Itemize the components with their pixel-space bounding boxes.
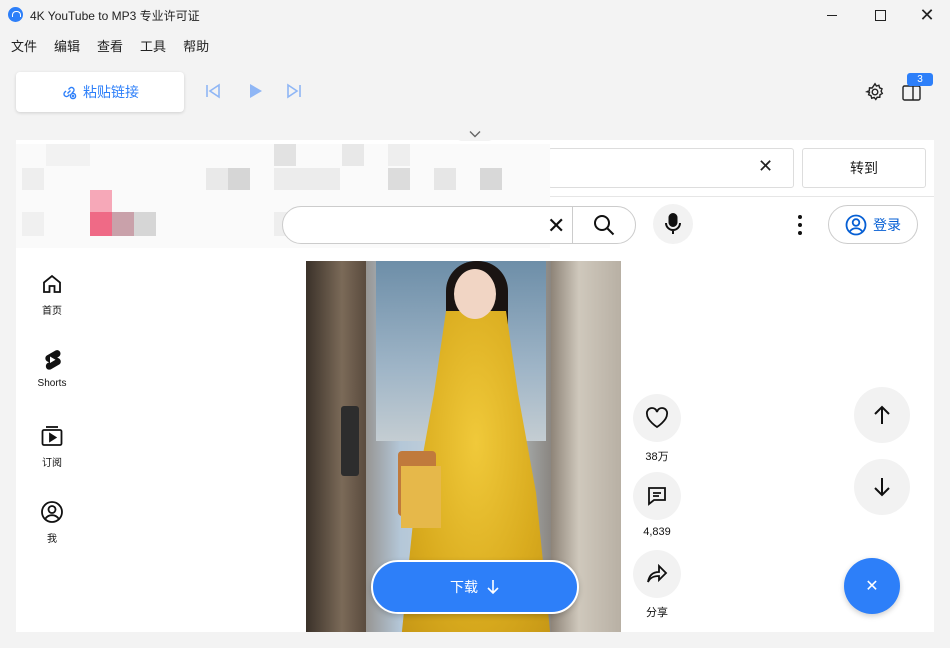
close-window-button[interactable]: ✕ <box>904 0 950 30</box>
search-divider <box>572 207 573 243</box>
home-icon <box>43 274 61 293</box>
search-icon[interactable] <box>592 213 616 237</box>
next-icon[interactable] <box>285 82 303 100</box>
collapse-tab[interactable] <box>456 127 494 141</box>
toolbar: 粘贴链接 <box>0 70 950 114</box>
shorts-icon <box>45 350 61 370</box>
login-label: 登录 <box>873 216 901 233</box>
download-button[interactable]: 下载 <box>371 560 579 614</box>
video-scene-lock <box>341 406 359 476</box>
menu-bar: 文件 编辑 查看 工具 帮助 <box>0 32 215 58</box>
comment-button[interactable]: 4,839 <box>632 472 682 538</box>
nav-subscriptions-label: 订阅 <box>42 458 62 469</box>
voice-search-button[interactable] <box>653 204 693 244</box>
more-options-icon[interactable] <box>796 215 804 235</box>
title-bar: 4K YouTube to MP3 专业许可证 ✕ <box>0 0 950 30</box>
chevron-down-icon <box>469 131 481 138</box>
previous-video-button[interactable] <box>854 387 910 443</box>
nav-subscriptions[interactable]: 订阅 <box>30 424 74 469</box>
settings-gear-icon[interactable] <box>865 82 885 102</box>
share-button[interactable]: 分享 <box>632 550 682 620</box>
clear-url-icon[interactable]: ✕ <box>758 156 773 177</box>
nav-you[interactable]: 我 <box>30 500 74 545</box>
arrow-down-icon <box>487 580 499 595</box>
close-overlay-button[interactable]: ✕ <box>844 558 900 614</box>
paste-link-button[interactable]: 粘贴链接 <box>16 72 184 112</box>
like-count: 38万 <box>645 451 669 463</box>
nav-you-label: 我 <box>47 534 57 545</box>
login-button[interactable]: 登录 <box>828 205 918 244</box>
comment-count: 4,839 <box>643 526 671 538</box>
menu-view[interactable]: 查看 <box>97 32 123 58</box>
account-circle-icon <box>845 214 867 235</box>
microphone-icon <box>665 213 681 234</box>
heart-icon <box>646 407 668 429</box>
menu-file[interactable]: 文件 <box>11 32 37 58</box>
comment-icon <box>648 487 666 506</box>
video-scene-face <box>454 269 496 319</box>
app-logo-icon <box>8 7 23 22</box>
menu-tools[interactable]: 工具 <box>140 32 166 58</box>
nav-home[interactable]: 首页 <box>30 272 74 317</box>
arrow-down-icon <box>874 478 890 497</box>
goto-button[interactable]: 转到 <box>802 148 926 188</box>
paste-link-label: 粘贴链接 <box>83 84 139 100</box>
close-icon: ✕ <box>919 5 935 25</box>
clear-search-icon[interactable]: ✕ <box>547 213 565 239</box>
previous-icon[interactable] <box>204 82 222 100</box>
like-button[interactable]: 38万 <box>632 394 682 464</box>
share-label: 分享 <box>646 607 668 619</box>
browser-panel: ✕ 转到 ✕ 登录 首页 Shorts 订阅 我 38万 4,839 分享 下载… <box>16 140 934 632</box>
minimize-button[interactable] <box>809 0 855 30</box>
menu-edit[interactable]: 编辑 <box>54 32 80 58</box>
download-label: 下载 <box>450 579 478 595</box>
downloads-count-badge: 3 <box>907 73 933 86</box>
arrow-up-icon <box>874 405 890 424</box>
nav-shorts[interactable]: Shorts <box>30 348 74 389</box>
maximize-button[interactable] <box>857 0 903 30</box>
nav-shorts-label: Shorts <box>37 378 67 389</box>
window-title: 4K YouTube to MP3 专业许可证 <box>30 9 200 23</box>
video-scene-box <box>401 466 441 528</box>
menu-help[interactable]: 帮助 <box>183 32 209 58</box>
account-icon <box>41 501 63 523</box>
next-video-button[interactable] <box>854 459 910 515</box>
nav-home-label: 首页 <box>42 306 62 317</box>
youtube-search-box[interactable] <box>282 206 636 244</box>
close-icon: ✕ <box>865 578 879 595</box>
link-icon <box>63 86 77 100</box>
play-icon[interactable] <box>246 82 264 100</box>
share-icon <box>647 564 668 583</box>
subscriptions-icon <box>41 426 63 446</box>
